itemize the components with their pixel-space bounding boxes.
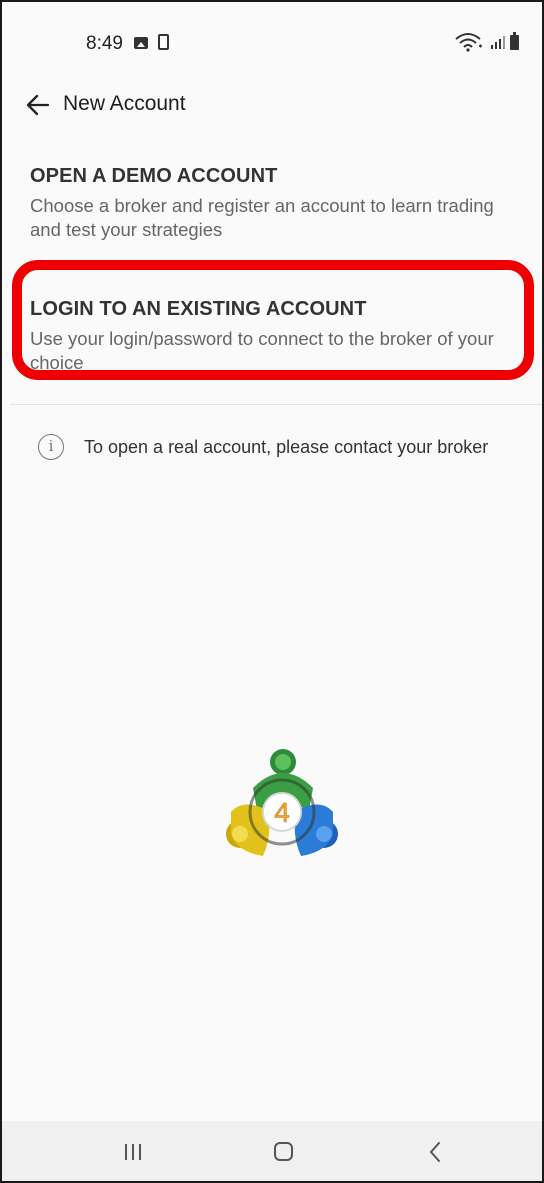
info-row: i To open a real account, please contact… bbox=[38, 434, 528, 462]
wifi-icon bbox=[455, 33, 482, 52]
metatrader-4-logo: 4 bbox=[226, 749, 338, 856]
signal-icon bbox=[491, 36, 505, 49]
status-indicators bbox=[454, 32, 524, 52]
battery-icon bbox=[510, 32, 519, 50]
info-icon: i bbox=[38, 434, 64, 460]
svg-text:4: 4 bbox=[274, 797, 290, 828]
clipboard-icon bbox=[158, 34, 169, 50]
open-demo-account-option[interactable]: OPEN A DEMO ACCOUNT Choose a broker and … bbox=[30, 165, 520, 242]
highlight-annotation bbox=[12, 260, 534, 380]
status-bar: 8:49 bbox=[2, 2, 542, 82]
option-title: OPEN A DEMO ACCOUNT bbox=[30, 165, 278, 187]
home-icon[interactable] bbox=[274, 1142, 293, 1161]
navigation-bar bbox=[2, 1121, 542, 1181]
divider bbox=[10, 404, 542, 405]
phone-screen: 8:49 New Account OPEN A DEMO ACCOUNT Cho… bbox=[0, 0, 544, 1183]
arrow-left-icon[interactable] bbox=[26, 94, 50, 116]
app-bar: New Account bbox=[2, 82, 542, 128]
gallery-icon bbox=[134, 37, 148, 49]
nav-back-icon[interactable] bbox=[428, 1141, 442, 1163]
option-description: Choose a broker and register an account … bbox=[30, 195, 494, 240]
page-title: New Account bbox=[63, 92, 186, 115]
info-text: To open a real account, please contact y… bbox=[84, 437, 489, 457]
recent-apps-icon[interactable] bbox=[122, 1143, 144, 1161]
status-time: 8:49 bbox=[86, 33, 123, 54]
